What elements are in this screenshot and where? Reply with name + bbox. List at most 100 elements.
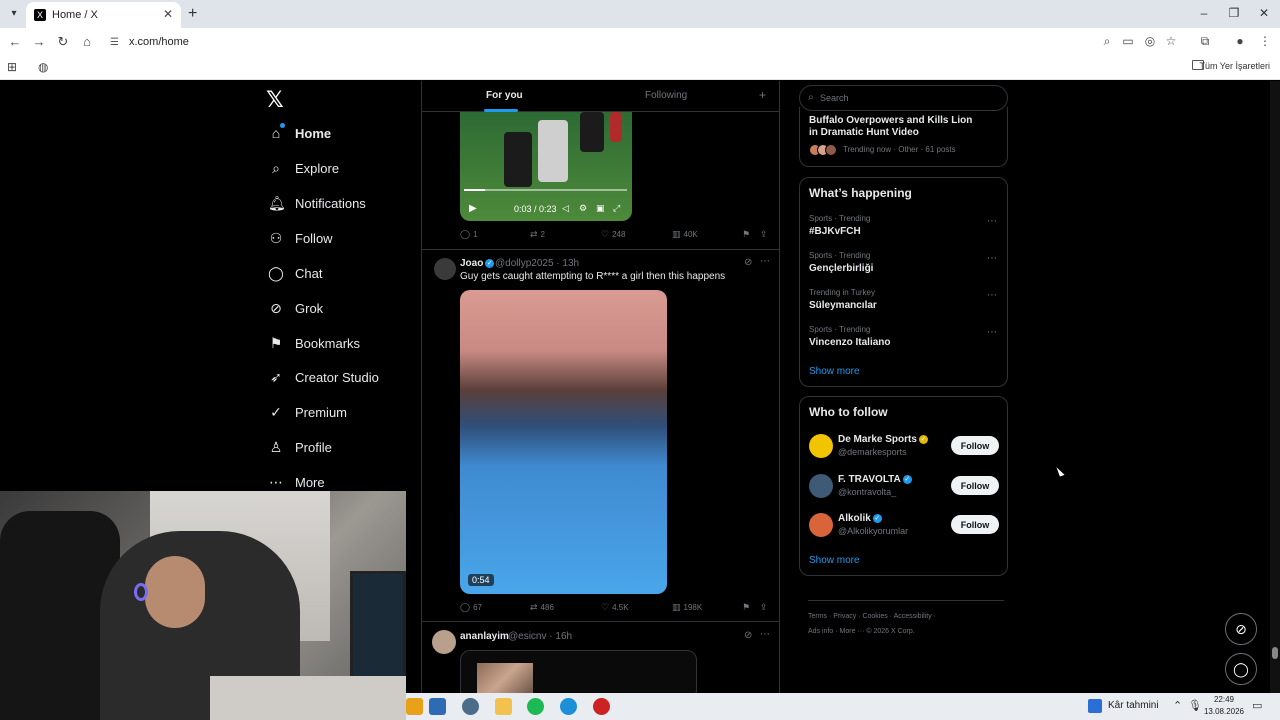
follow-button[interactable]: Follow (951, 436, 999, 455)
trend-headline[interactable]: Buffalo Overpowers and Kills Lion in Dra… (809, 115, 979, 139)
more-icon[interactable]: ⋯ (987, 327, 997, 338)
nav-profile[interactable]: ♙ Profile (268, 433, 332, 461)
settings-icon[interactable]: ⚙ (579, 203, 587, 214)
post-handle[interactable]: @esicnv · 16h (508, 631, 572, 642)
apps-icon[interactable]: ⊞ (7, 60, 17, 74)
show-more-link[interactable]: Show more (809, 366, 860, 377)
url-field[interactable]: x.com/home (129, 36, 189, 48)
like-button[interactable]: ♡ 248 (601, 229, 625, 240)
nav-notifications[interactable]: 🔔︎ Notifications (268, 189, 366, 217)
avatar[interactable] (809, 434, 833, 458)
grok-icon[interactable]: ⊘ (744, 257, 752, 268)
bookmark-star-icon[interactable]: ☆ (1163, 34, 1179, 48)
taskbar-app-icon[interactable] (462, 698, 479, 715)
avatar[interactable] (809, 513, 833, 537)
nav-creator-studio[interactable]: ➶ Creator Studio (268, 363, 379, 391)
weather-text[interactable]: Kâr tahmini (1108, 700, 1159, 711)
reload-icon[interactable]: ↻ (55, 34, 71, 50)
edge-icon[interactable] (560, 698, 577, 715)
notification-center-icon[interactable]: ▭ (1252, 699, 1262, 712)
post-media[interactable] (460, 650, 697, 693)
nav-bookmarks[interactable]: ⚑ Bookmarks (268, 329, 360, 357)
avatar[interactable] (809, 474, 833, 498)
fullscreen-icon[interactable]: ⤢ (613, 203, 620, 214)
taskbar-app-icon[interactable] (406, 698, 423, 715)
add-feed-icon[interactable]: + (759, 88, 766, 102)
microphone-icon[interactable]: 🎙︎ (1188, 699, 1202, 712)
avatar[interactable] (432, 630, 456, 654)
share-button[interactable]: ⇪ (760, 229, 768, 240)
search-input[interactable] (820, 91, 1000, 105)
more-icon[interactable]: ⋯ (760, 256, 770, 267)
reply-button[interactable]: ◯ 67 (460, 602, 482, 613)
spotify-icon[interactable] (527, 698, 544, 715)
play-icon[interactable]: ▶ (469, 203, 477, 214)
repost-button[interactable]: ⇄ 2 (530, 229, 545, 240)
follow-suggestion[interactable]: Alkolik ✓ @Alkolikyorumlar Follow (809, 510, 999, 540)
nav-home[interactable]: ⌂ Home (268, 119, 331, 147)
trend-item[interactable]: Sports · Trending Vincenzo Italiano ⋯ (809, 325, 999, 353)
post-author[interactable]: ananlayim (460, 631, 509, 642)
grok-icon[interactable]: ⊘ (744, 630, 752, 641)
reply-button[interactable]: ◯ 1 (460, 229, 478, 240)
post-video[interactable]: 0:54 (460, 290, 667, 594)
grok-fab-icon[interactable]: ⊘ (1225, 613, 1257, 645)
video-progress-bar[interactable] (464, 189, 627, 191)
clock-time[interactable]: 22:49 (1202, 695, 1246, 704)
all-bookmarks-link[interactable]: Tüm Yer İşaretleri (1199, 61, 1270, 71)
bookmark-button[interactable]: ⚑ (742, 602, 750, 613)
browser-menu-icon[interactable]: ⋮ (1257, 34, 1273, 48)
x-logo-icon[interactable]: 𝕏 (266, 87, 284, 113)
tray-chevron-icon[interactable]: ⌃ (1173, 699, 1182, 712)
avatar[interactable] (434, 258, 456, 280)
forward-icon[interactable]: → (31, 34, 47, 50)
post-video[interactable]: ▶ 0:03 / 0:23 ◁ ⚙ ▣ ⤢ (460, 112, 632, 221)
nav-explore[interactable]: ⌕ Explore (268, 154, 339, 182)
tab-close-icon[interactable]: ✕ (163, 7, 173, 21)
browser-tab[interactable]: X Home / X ✕ (26, 2, 181, 28)
mute-icon[interactable]: ◁ (562, 203, 569, 214)
share-button[interactable]: ⇪ (760, 602, 768, 613)
footer-links-2[interactable]: Ads info · More ··· © 2026 X Corp. (808, 628, 1008, 635)
bookmark-button[interactable]: ⚑ (742, 229, 750, 240)
like-button[interactable]: ♡ 4.5K (601, 602, 629, 613)
extensions-icon[interactable]: ⧉ (1197, 34, 1213, 49)
footer-links[interactable]: Terms · Privacy · Cookies · Accessibilit… (808, 613, 1008, 620)
follow-button[interactable]: Follow (951, 515, 999, 534)
scrollbar[interactable] (1270, 81, 1280, 693)
file-explorer-icon[interactable] (495, 698, 512, 715)
more-icon[interactable]: ⋯ (987, 216, 997, 227)
follow-suggestion[interactable]: F. TRAVOLTA ✓ @kontravolta_ Follow (809, 471, 999, 501)
tab-search-icon[interactable]: ▾ (6, 6, 22, 22)
tab-for-you[interactable]: For you (486, 90, 523, 101)
more-icon[interactable]: ⋯ (987, 290, 997, 301)
more-icon[interactable]: ⋯ (987, 253, 997, 264)
site-info-icon[interactable]: ☰ (110, 37, 119, 48)
follow-button[interactable]: Follow (951, 476, 999, 495)
views-button[interactable]: ▥ 40K (672, 229, 698, 240)
trend-item[interactable]: Sports · Trending #BJKvFCH ⋯ (809, 214, 999, 242)
trending-news-card[interactable]: Buffalo Overpowers and Kills Lion in Dra… (799, 107, 1008, 167)
trend-item[interactable]: Trending in Turkey Süleymancılar ⋯ (809, 288, 999, 316)
chat-fab-icon[interactable]: ◯ (1225, 653, 1257, 685)
repost-button[interactable]: ⇄ 486 (530, 602, 554, 613)
pip-icon[interactable]: ▣ (596, 203, 605, 214)
minimize-icon[interactable]: – (1194, 6, 1214, 20)
trend-item[interactable]: Sports · Trending Gençlerbirliği ⋯ (809, 251, 999, 279)
home-icon[interactable]: ⌂ (79, 34, 95, 50)
zoom-icon[interactable]: ⌕ (1099, 34, 1115, 49)
calculator-icon[interactable] (429, 698, 446, 715)
new-tab-icon[interactable]: + (188, 5, 197, 23)
globe-icon[interactable]: ◍ (38, 60, 48, 74)
more-icon[interactable]: ⋯ (760, 629, 770, 640)
restore-icon[interactable]: ❐ (1224, 6, 1244, 20)
window-close-icon[interactable]: ✕ (1254, 6, 1274, 20)
views-button[interactable]: ▥ 198K (672, 602, 702, 613)
recording-app-icon[interactable] (593, 698, 610, 715)
weather-icon[interactable] (1088, 699, 1102, 713)
follow-suggestion[interactable]: De Marke Sports ✓ @demarkesports Follow (809, 431, 999, 461)
nav-chat[interactable]: ◯ Chat (268, 259, 322, 287)
nav-grok[interactable]: ⊘ Grok (268, 294, 323, 322)
profile-avatar-icon[interactable]: ● (1232, 34, 1248, 48)
scroll-thumb[interactable] (1272, 647, 1278, 659)
